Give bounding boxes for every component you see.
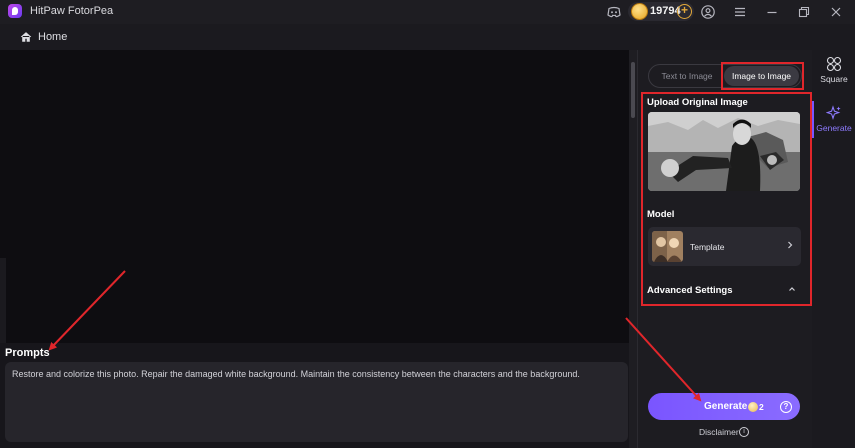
generate-label: Generate <box>704 401 748 412</box>
canvas-divider <box>0 258 6 343</box>
generate-cost: 2 <box>759 402 764 412</box>
rail-label-generate: Generate <box>816 123 852 133</box>
discord-icon[interactable] <box>606 4 622 20</box>
prompts-label: Prompts <box>5 347 50 359</box>
add-coins-button[interactable]: + <box>677 4 692 19</box>
home-icon <box>20 32 32 42</box>
app-title: HitPaw FotorPea <box>30 5 114 17</box>
account-icon[interactable] <box>700 4 716 20</box>
help-icon[interactable]: ? <box>780 401 792 413</box>
scrollbar-thumb[interactable] <box>631 62 635 118</box>
tab-image-to-image[interactable]: Image to Image <box>724 66 799 86</box>
grid-icon <box>826 56 842 72</box>
sparkle-icon <box>825 105 841 120</box>
title-bar <box>0 0 855 24</box>
template-preview-icon <box>652 231 683 262</box>
breadcrumb-bar <box>0 24 855 50</box>
rail-item-generate[interactable]: Generate <box>813 105 855 133</box>
model-thumbnail <box>652 231 683 262</box>
advanced-settings-title[interactable]: Advanced Settings <box>647 285 733 296</box>
menu-icon[interactable] <box>732 4 748 20</box>
uploaded-photo-thumbnail <box>648 112 800 191</box>
restore-icon[interactable] <box>796 4 812 20</box>
model-title: Model <box>647 209 675 220</box>
prompt-textarea[interactable]: Restore and colorize this photo. Repair … <box>5 362 628 442</box>
upload-title: Upload Original Image <box>647 97 748 108</box>
coin-icon <box>631 3 648 20</box>
disclaimer-link[interactable]: Disclaimer <box>699 427 739 437</box>
uploaded-image[interactable] <box>648 112 800 191</box>
rail-label-square: Square <box>820 74 848 84</box>
home-label: Home <box>38 31 68 43</box>
coin-icon <box>748 402 758 412</box>
model-name: Template <box>690 242 725 252</box>
result-canvas <box>0 50 637 343</box>
coin-count: 19794 <box>650 5 681 17</box>
app-logo-icon <box>8 4 22 18</box>
home-link[interactable]: Home <box>20 30 67 44</box>
info-icon[interactable]: i <box>739 427 749 437</box>
minimize-icon[interactable] <box>764 4 780 20</box>
rail-item-square[interactable]: Square <box>813 56 855 84</box>
chevron-up-icon[interactable] <box>787 284 797 294</box>
chevron-right-icon <box>788 241 793 249</box>
tab-text-to-image[interactable]: Text to Image <box>650 66 724 86</box>
close-icon[interactable] <box>828 4 844 20</box>
